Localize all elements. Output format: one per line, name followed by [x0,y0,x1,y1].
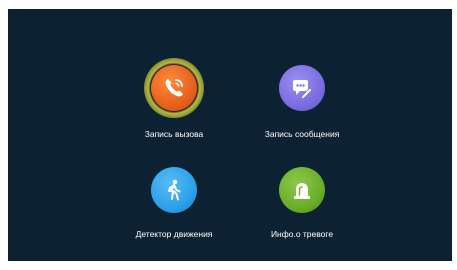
menu-item-label: Детектор движения [135,229,213,239]
menu-item-motion-detector[interactable]: Детектор движения [114,167,234,247]
walking-person-icon [151,167,197,213]
phone-record-icon [151,65,197,111]
alarm-beacon-icon [279,167,325,213]
menu-item-label: Инфо.о тревоге [270,229,334,239]
menu-screen: Запись вызова Запись сообщения Детектор … [8,9,452,261]
menu-item-call-record[interactable]: Запись вызова [114,58,234,145]
menu-item-label: Запись сообщения [264,129,340,139]
menu-item-alarm-info[interactable]: Инфо.о тревоге [242,167,362,247]
menu-item-message-record[interactable]: Запись сообщения [242,65,362,145]
menu-item-label: Запись вызова [144,129,204,139]
message-pencil-icon [279,65,325,111]
